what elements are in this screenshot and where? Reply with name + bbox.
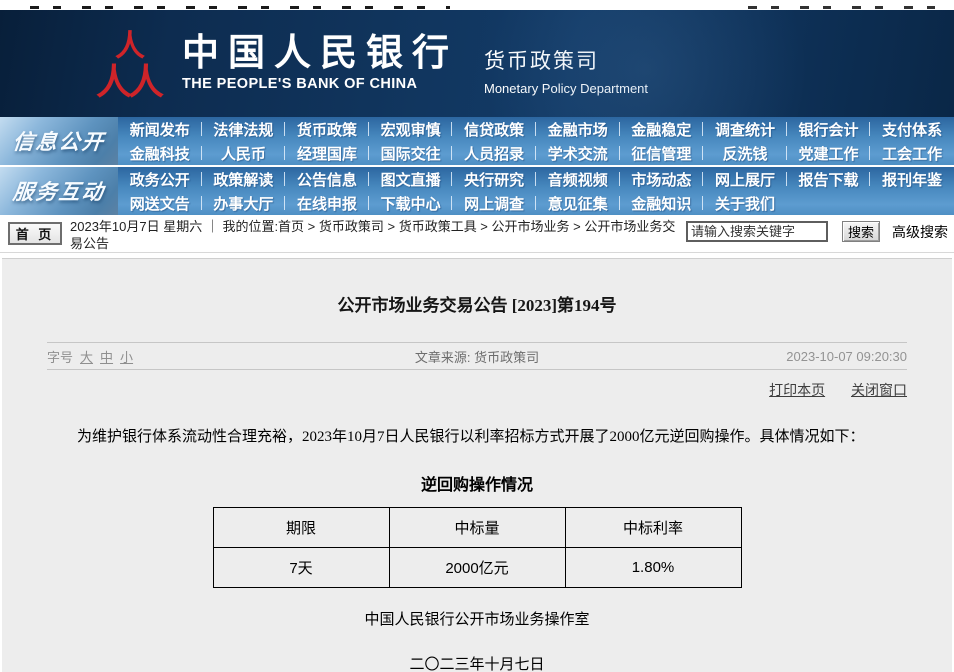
nav-item[interactable]: 国际交往: [369, 141, 453, 165]
nav-item[interactable]: 人员招录: [452, 141, 536, 165]
nav-items-services: 政务公开政策解读公告信息图文直播央行研究音频视频市场动态网上展厅报告下载报刊年鉴…: [118, 167, 954, 215]
department-name-en: Monetary Policy Department: [484, 81, 648, 96]
nav-section-services: 服务互动 政务公开政策解读公告信息图文直播央行研究音频视频市场动态网上展厅报告下…: [0, 165, 954, 215]
document-date: 二〇二三年十月七日: [2, 653, 952, 672]
page-title: 公开市场业务交易公告 [2023]第194号: [2, 291, 952, 316]
nav-item[interactable]: 政策解读: [202, 167, 286, 191]
nav-item[interactable]: 网上展厅: [703, 167, 787, 191]
nav-item[interactable]: 银行会计: [787, 117, 871, 141]
table-header-cell: 中标利率: [565, 507, 741, 547]
nav-item[interactable]: 调查统计: [703, 117, 787, 141]
nav-item[interactable]: 货币政策: [285, 117, 369, 141]
nav-item[interactable]: 金融市场: [536, 117, 620, 141]
clipped-text-strip: [0, 0, 954, 10]
breadcrumb-bar: 首 页 2023年10月7日 星期六 ｜ 我的位置:首页 > 货币政策司 > 货…: [0, 215, 954, 253]
article-panel: 公开市场业务交易公告 [2023]第194号 字号 大 中 小 文章来源: 货币…: [2, 258, 952, 672]
nav-label-text: 服务互动: [11, 176, 106, 206]
font-size-small[interactable]: 小: [120, 347, 133, 366]
home-button[interactable]: 首 页: [8, 222, 62, 245]
article-paragraph: 为维护银行体系流动性合理充裕，2023年10月7日人民银行以利率招标方式开展了2…: [47, 426, 907, 449]
nav-item[interactable]: 图文直播: [369, 167, 453, 191]
breadcrumb[interactable]: 2023年10月7日 星期六 ｜ 我的位置:首页 > 货币政策司 > 货币政策工…: [70, 218, 688, 252]
print-close-row: 打印本页 关闭窗口: [2, 380, 907, 400]
advanced-search-link[interactable]: 高级搜索: [892, 222, 948, 242]
nav-item[interactable]: 法律法规: [202, 117, 286, 141]
clipped-text-artifact: [748, 6, 948, 9]
nav-item[interactable]: 金融稳定: [620, 117, 704, 141]
nav-item[interactable]: 办事大厅: [202, 191, 286, 215]
nav-item[interactable]: 反洗钱: [703, 141, 787, 165]
font-size-medium[interactable]: 中: [100, 347, 113, 366]
pboc-logo-icon: 人 人 人: [96, 28, 164, 100]
nav-item[interactable]: 网上调查: [452, 191, 536, 215]
bank-name-en: THE PEOPLE'S BANK OF CHINA: [182, 76, 458, 92]
nav-item[interactable]: 报告下载: [787, 167, 871, 191]
table-cell: 2000亿元: [389, 547, 565, 587]
nav-item[interactable]: 公告信息: [285, 167, 369, 191]
nav-item[interactable]: 征信管理: [620, 141, 704, 165]
clipped-text-artifact: [30, 6, 450, 9]
repo-operation-table: 期限中标量中标利率 7天2000亿元1.80%: [213, 507, 742, 588]
table-cell: 1.80%: [565, 547, 741, 587]
nav-item[interactable]: 在线申报: [285, 191, 369, 215]
search-cluster: 搜索 高级搜索: [686, 221, 948, 242]
nav-item[interactable]: 宏观审慎: [369, 117, 453, 141]
font-size-large[interactable]: 大: [80, 347, 93, 366]
table-cell: 7天: [213, 547, 389, 587]
nav-item[interactable]: 学术交流: [536, 141, 620, 165]
nav-items-information: 新闻发布法律法规货币政策宏观审慎信贷政策金融市场金融稳定调查统计银行会计支付体系…: [118, 117, 954, 165]
signature-line: 中国人民银行公开市场业务操作室: [2, 608, 952, 629]
nav-item[interactable]: 报刊年鉴: [870, 167, 954, 191]
article-source: 文章来源: 货币政策司: [415, 347, 539, 366]
nav-item[interactable]: 支付体系: [870, 117, 954, 141]
nav-item[interactable]: 网送文告: [118, 191, 202, 215]
nav-item[interactable]: 新闻发布: [118, 117, 202, 141]
nav-section-information: 信息公开 新闻发布法律法规货币政策宏观审慎信贷政策金融市场金融稳定调查统计银行会…: [0, 117, 954, 165]
nav-item[interactable]: 金融科技: [118, 141, 202, 165]
nav-item[interactable]: 政务公开: [118, 167, 202, 191]
svg-text:人: 人: [115, 30, 145, 63]
svg-text:人: 人: [96, 62, 132, 100]
nav-item[interactable]: 关于我们: [703, 191, 787, 215]
table-row: 7天2000亿元1.80%: [213, 547, 741, 587]
nav-item[interactable]: 金融知识: [620, 191, 704, 215]
article-meta-row: 字号 大 中 小 文章来源: 货币政策司 2023-10-07 09:20:30: [47, 342, 907, 370]
table-header-cell: 期限: [213, 507, 389, 547]
font-size-label: 字号: [47, 347, 73, 366]
svg-text:人: 人: [128, 62, 164, 100]
table-header-row: 期限中标量中标利率: [213, 507, 741, 547]
article-datetime: 2023-10-07 09:20:30: [786, 349, 907, 364]
bank-name-cn: 中国人民银行: [182, 35, 458, 74]
nav-item[interactable]: 下载中心: [369, 191, 453, 215]
nav-item[interactable]: 意见征集: [536, 191, 620, 215]
nav-item[interactable]: 经理国库: [285, 141, 369, 165]
nav-item[interactable]: 信贷政策: [452, 117, 536, 141]
nav-item[interactable]: 市场动态: [620, 167, 704, 191]
nav-item[interactable]: 人民币: [202, 141, 286, 165]
nav-label-text: 信息公开: [11, 126, 106, 156]
nav-label-services: 服务互动: [0, 167, 118, 215]
print-page-link[interactable]: 打印本页: [769, 382, 825, 398]
nav-item[interactable]: 央行研究: [452, 167, 536, 191]
nav-item[interactable]: 工会工作: [870, 141, 954, 165]
table-header-cell: 中标量: [389, 507, 565, 547]
department-name-cn: 货币政策司: [484, 45, 648, 75]
close-window-link[interactable]: 关闭窗口: [851, 382, 907, 398]
table-title: 逆回购操作情况: [2, 471, 952, 495]
nav-label-information: 信息公开: [0, 117, 118, 165]
nav-item[interactable]: 党建工作: [787, 141, 871, 165]
search-button[interactable]: 搜索: [842, 221, 880, 242]
font-size-controls: 字号 大 中 小: [47, 347, 133, 366]
header-banner: 人 人 人 中国人民银行 THE PEOPLE'S BANK OF CHINA …: [0, 10, 954, 117]
nav-item[interactable]: 音频视频: [536, 167, 620, 191]
search-input[interactable]: [686, 221, 828, 242]
